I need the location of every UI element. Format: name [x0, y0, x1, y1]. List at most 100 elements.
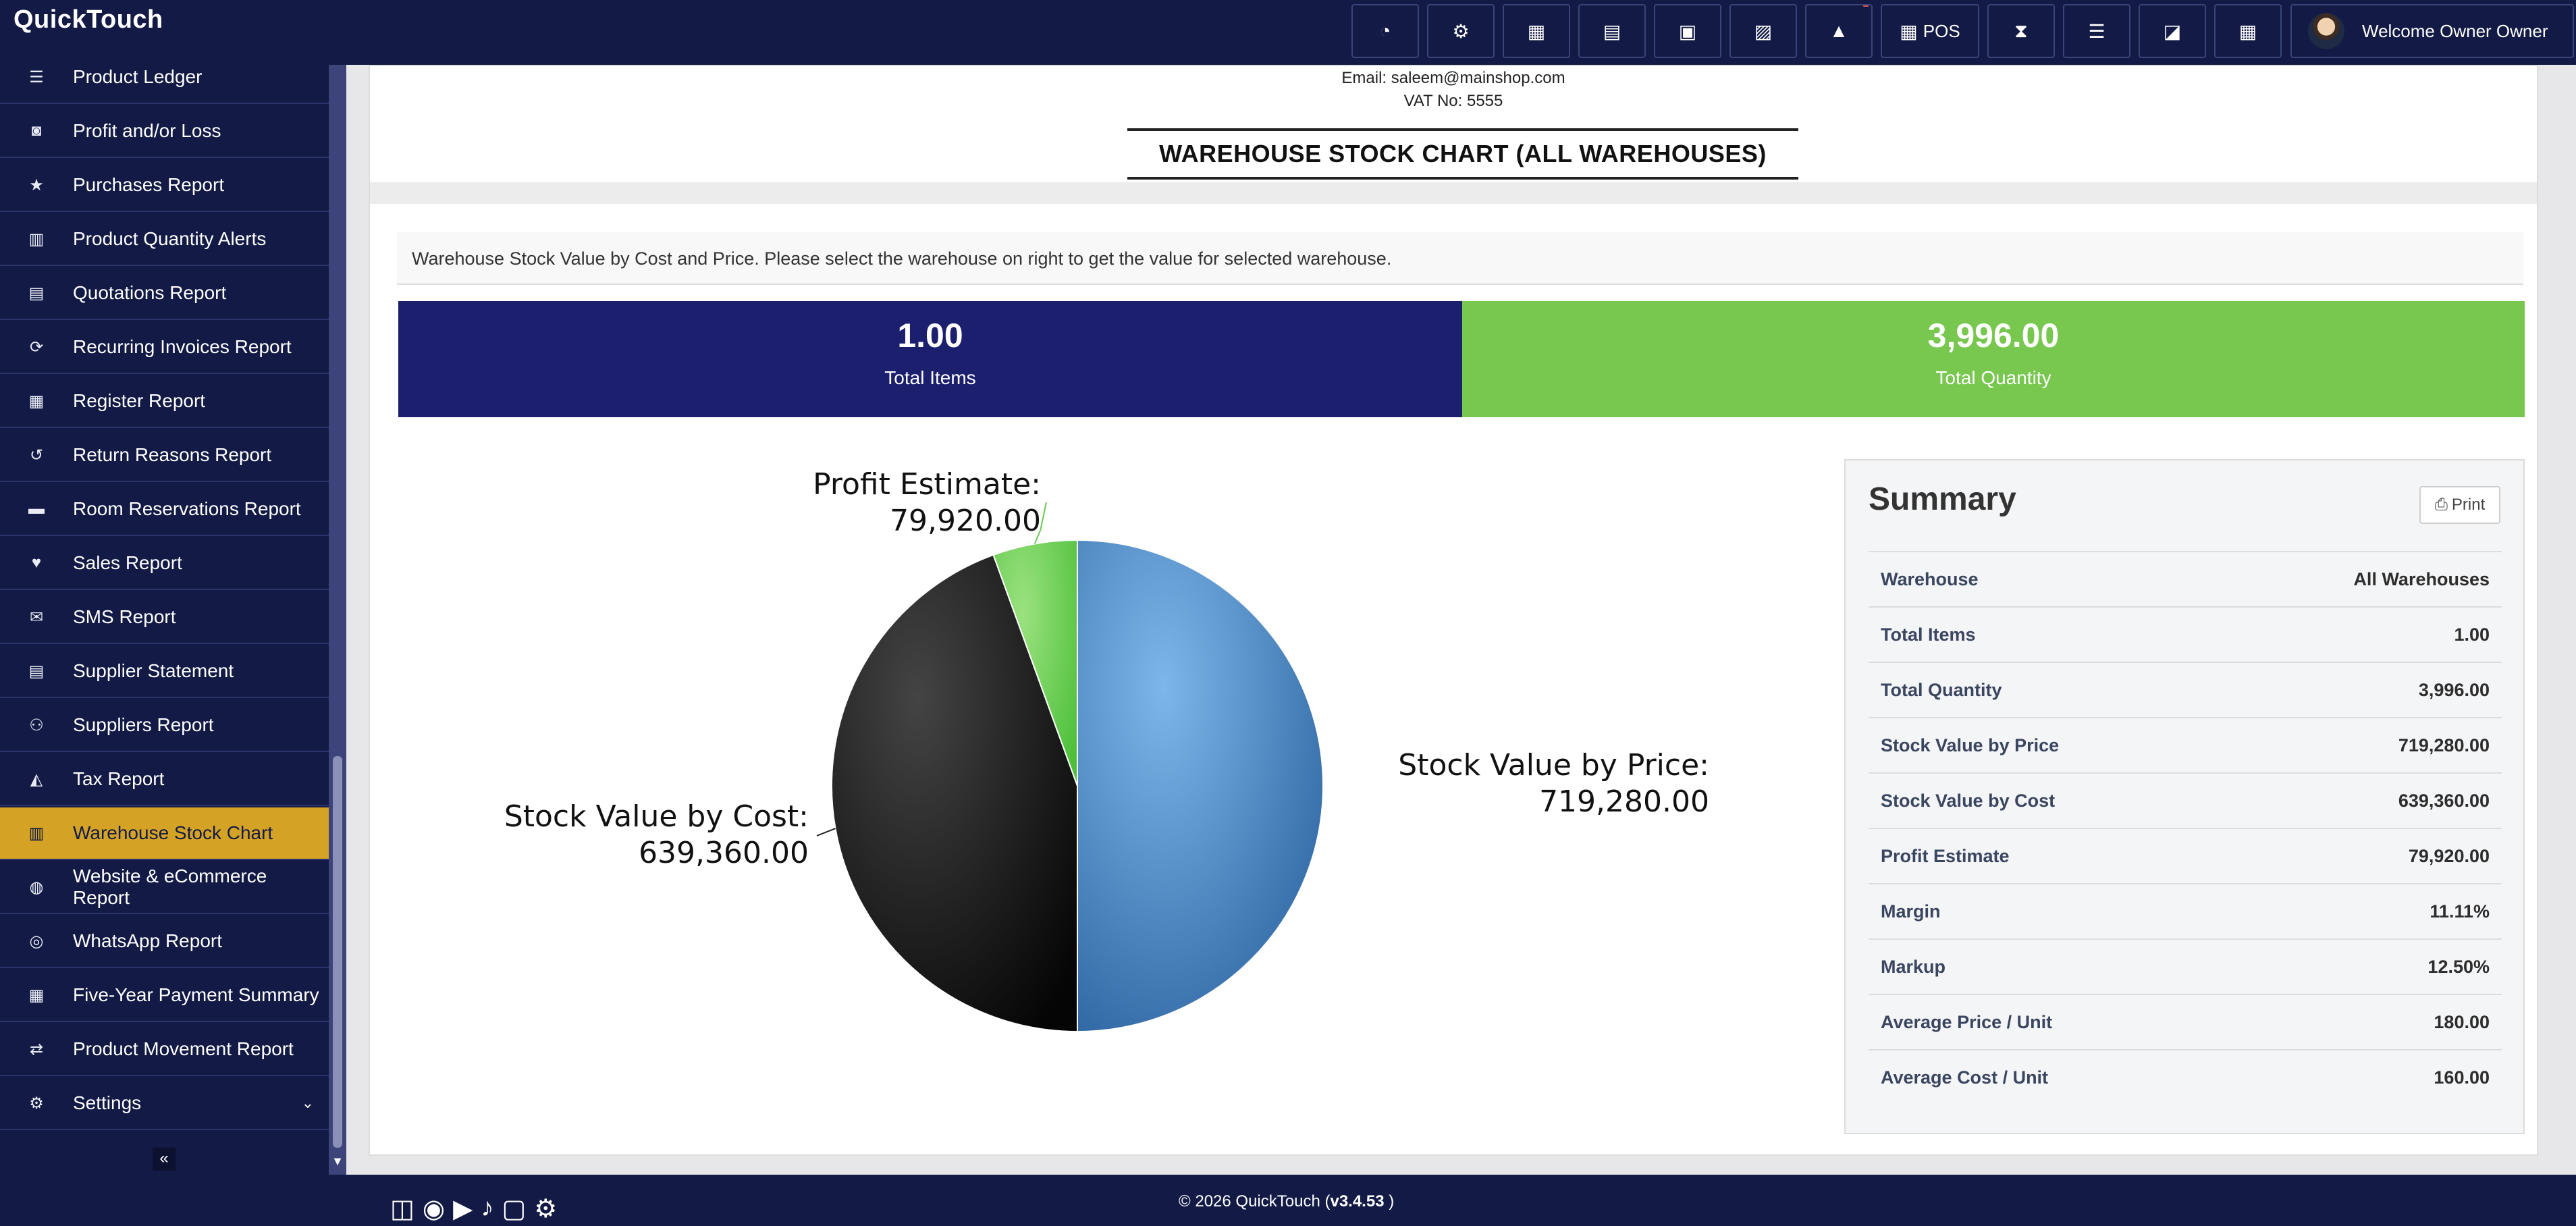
pos-label: POS — [1923, 20, 1960, 41]
summary-row: Average Price / Unit 180.00 — [1869, 994, 2502, 1050]
app-title[interactable]: QuickTouch — [14, 5, 163, 34]
gear-icon[interactable]: ⚙ — [534, 1194, 557, 1224]
total-quantity-label: Total Quantity — [1935, 367, 2051, 388]
sidebar-item-label: Tax Report — [73, 768, 165, 789]
pie-label-value: 639,360.00 — [639, 836, 809, 870]
scroll-down-icon[interactable]: ▼ — [329, 1154, 346, 1172]
calculator-button[interactable]: ▦ — [1503, 4, 1570, 58]
list-icon: ☰ — [29, 68, 44, 86]
bed-icon: ▬ — [28, 500, 45, 518]
hourglass-button[interactable]: ⧗ — [1987, 4, 2055, 58]
summary-row-label: Total Quantity — [1869, 662, 2222, 718]
calendar-button[interactable]: ▤ — [1578, 4, 1646, 58]
pie-chart-svg: Stock Value by Price:719,280.00 Stock Val… — [504, 467, 1709, 1033]
sidebar-item-product-ledger[interactable]: ☰ Product Ledger — [0, 65, 329, 104]
sidebar-item-label: WhatsApp Report — [73, 930, 222, 951]
sidebar-item-suppliers-report[interactable]: ⚇ Suppliers Report — [0, 699, 329, 752]
video-icon[interactable]: ▶ — [453, 1194, 473, 1224]
summary-row: Warehouse All Warehouses — [1869, 551, 2502, 607]
sidebar-item-return-reasons-report[interactable]: ↺ Return Reasons Report — [0, 429, 329, 482]
pie-slice-stock-value-by-price[interactable] — [1077, 539, 1324, 1033]
sidebar-scrollbar-thumb[interactable] — [333, 756, 342, 1148]
sidebar-item-room-reservations-report[interactable]: ▬ Room Reservations Report — [0, 483, 329, 536]
print-button[interactable]: ⎙ Print — [2419, 486, 2500, 524]
sidebar-item-label: Product Quantity Alerts — [73, 228, 267, 249]
sidebar-item-purchases-report[interactable]: ★ Purchases Report — [0, 159, 329, 212]
list-button[interactable]: ☰ — [2063, 4, 2130, 58]
welcome-text: Welcome Owner Owner — [2362, 20, 2548, 41]
calculator-icon: ▦ — [1527, 20, 1546, 42]
summary-row-label: Margin — [1869, 883, 2222, 939]
pos-button[interactable]: ▦ POS — [1881, 4, 1979, 58]
alert-button[interactable]: ▲ — [1805, 4, 1873, 58]
summary-row-label: Warehouse — [1869, 551, 2222, 607]
total-items-value: 1.00 — [897, 317, 963, 354]
summary-row: Total Items 1.00 — [1869, 606, 2502, 662]
summary-row: Stock Value by Price 719,280.00 — [1869, 717, 2502, 773]
document-button[interactable]: ▣ — [1654, 4, 1721, 58]
sidebar-item-website-ecommerce-report[interactable]: ◍ Website & eCommerce Report — [0, 861, 329, 914]
summary-row-value: 180.00 — [2222, 994, 2502, 1050]
users-icon: ⚇ — [29, 716, 44, 735]
sidebar-item-five-year-payment-summary[interactable]: ▦ Five-Year Payment Summary — [0, 969, 329, 1022]
grid-button[interactable]: ▦ — [2214, 4, 2282, 58]
total-items-card: 1.00 Total Items — [398, 301, 1462, 417]
summary-row-value: 160.00 — [2222, 1049, 2502, 1104]
footer-toolbar: ◫ ◉ ▶ ♪ ▢ ⚙ — [390, 1194, 557, 1224]
sidebar-item-sms-report[interactable]: ✉ SMS Report — [0, 591, 329, 644]
dashboard-button[interactable]: ◔ — [1351, 4, 1419, 58]
eraser-button[interactable]: ◪ — [2139, 4, 2206, 58]
summary-row-label: Stock Value by Price — [1869, 717, 2222, 773]
pie-label-name: Profit Estimate: — [813, 467, 1041, 502]
summary-row-value: 12.50% — [2222, 938, 2502, 994]
summary-row-value: 3,996.00 — [2222, 662, 2502, 718]
settings-cogs-icon: ⚙ — [1452, 20, 1470, 42]
building-icon: ▥ — [28, 824, 45, 843]
flag-uk-button[interactable]: ▨ — [1729, 4, 1797, 58]
camera-icon[interactable]: ◉ — [423, 1194, 445, 1224]
pie-label-value: 79,920.00 — [890, 504, 1041, 538]
sidebar-item-product-movement-report[interactable]: ⇄ Product Movement Report — [0, 1023, 329, 1076]
pos-icon: ▦ — [1900, 20, 1918, 42]
summary-row-value: 1.00 — [2222, 606, 2502, 662]
sidebar-item-label: Suppliers Report — [73, 714, 214, 735]
settings-cogs-button[interactable]: ⚙ — [1427, 4, 1495, 58]
sidebar-item-register-report[interactable]: ▦ Register Report — [0, 375, 329, 428]
screenshot-tool-icon[interactable]: ◫ — [390, 1194, 414, 1224]
summary-row: Profit Estimate 79,920.00 — [1869, 828, 2502, 884]
sidebar: ☰ Product Ledger ◙ Profit and/or Loss ★ Purch… — [0, 65, 329, 1175]
summary-row-value: 79,920.00 — [2222, 828, 2502, 884]
sidebar-item-recurring-invoices-report[interactable]: ⟳ Recurring Invoices Report — [0, 321, 329, 374]
sidebar-item-label: Quotations Report — [73, 282, 227, 303]
comments-icon: ✉ — [29, 608, 44, 627]
report-description: Warehouse Stock Value by Cost and Price.… — [397, 232, 2523, 285]
collapse-sidebar-button[interactable]: « — [153, 1148, 176, 1171]
calendar-icon: ▤ — [1603, 20, 1621, 42]
sidebar-item-quotations-report[interactable]: ▤ Quotations Report — [0, 267, 329, 320]
copyright: © 2026 QuickTouch (v3.4.53 ) — [1179, 1192, 1394, 1211]
window-icon[interactable]: ▢ — [502, 1194, 526, 1224]
sidebar-item-sales-report[interactable]: ♥ Sales Report — [0, 537, 329, 590]
pie-leader-line — [816, 828, 836, 836]
sidebar-item-profit-and-or-loss[interactable]: ◙ Profit and/or Loss — [0, 105, 329, 158]
sidebar-item-product-quantity-alerts[interactable]: ▥ Product Quantity Alerts — [0, 213, 329, 266]
user-menu-button[interactable]: Welcome Owner Owner — [2290, 4, 2574, 58]
sidebar-item-whatsapp-report[interactable]: ◎ WhatsApp Report — [0, 915, 329, 968]
footer: ◫ ◉ ▶ ♪ ▢ ⚙ © 2026 QuickTouch (v3.4.53 ) — [0, 1175, 2576, 1226]
sidebar-item-warehouse-stock-chart[interactable]: ▥ Warehouse Stock Chart — [0, 807, 329, 860]
list-icon: ☰ — [2088, 20, 2105, 42]
sidebar-item-label: Profit and/or Loss — [73, 120, 221, 141]
sidebar-item-label: Register Report — [73, 390, 206, 411]
sidebar-item-label: Purchases Report — [73, 174, 225, 195]
sidebar-item-label: SMS Report — [73, 606, 176, 627]
eraser-icon: ◪ — [2163, 20, 2182, 42]
microphone-icon[interactable]: ♪ — [481, 1194, 493, 1224]
sidebar-item-label: Warehouse Stock Chart — [73, 822, 273, 843]
sidebar-item-tax-report[interactable]: ◭ Tax Report — [0, 753, 329, 806]
summary-row-label: Profit Estimate — [1869, 828, 2222, 884]
summary-row-value: 11.11% — [2222, 883, 2502, 939]
globe-icon: ◍ — [29, 878, 44, 897]
sidebar-item-settings[interactable]: ⚙ Settings ⌄ — [0, 1077, 329, 1130]
summary-row: Stock Value by Cost 639,360.00 — [1869, 772, 2502, 828]
sidebar-item-supplier-statement[interactable]: ▤ Supplier Statement — [0, 645, 329, 698]
